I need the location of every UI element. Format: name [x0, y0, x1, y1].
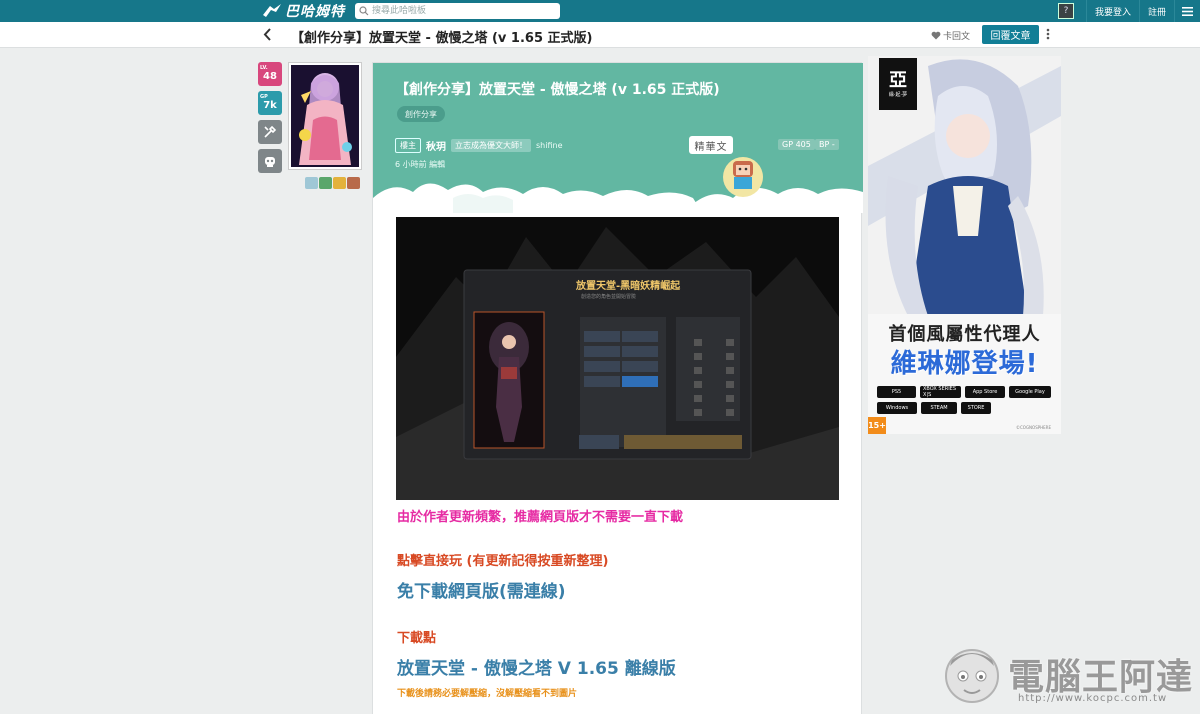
post-screenshot-image[interactable]: 放置天堂-黑暗妖精崛起 創造您的角色並開始冒險 — [396, 217, 839, 500]
post-header: 【創作分享】放置天堂 - 傲慢之塔 (v 1.65 正式版) 創作分享 樓主 秋… — [373, 63, 863, 213]
tool-badge[interactable] — [258, 120, 282, 144]
user-avatar[interactable]: ? — [1057, 3, 1074, 19]
menu-button[interactable] — [1174, 0, 1200, 22]
store-badge: App Store — [965, 386, 1005, 398]
author-badges: LV. 48 GP 7k — [258, 62, 282, 178]
thread-titlebar: 【創作分享】放置天堂 - 傲慢之塔 (v 1.65 正式版) 卡回文 回覆文章 — [0, 22, 1200, 48]
medal-icon[interactable] — [333, 177, 346, 189]
store-badge: Google Play — [1009, 386, 1051, 398]
heart-icon — [931, 31, 941, 40]
bahamut-logo-icon — [263, 4, 281, 17]
watermark-mascot-icon — [945, 649, 999, 703]
thread-title: 【創作分享】放置天堂 - 傲慢之塔 (v 1.65 正式版) — [291, 31, 593, 46]
notice-pink-text: 由於作者更新頻繁，推薦網頁版才不需要一直下載 — [397, 510, 684, 525]
medal-icon[interactable] — [347, 177, 360, 189]
store-badge: Windows — [877, 402, 917, 414]
game-subtitle: 創造您的角色並開始冒險 — [581, 294, 637, 300]
search-box[interactable] — [355, 3, 560, 19]
download-heading: 下載點 — [397, 631, 437, 646]
author-id[interactable]: shifine — [536, 141, 563, 150]
author-info: 樓主 秋玥 立志成為優文大師！ shifine — [395, 138, 563, 153]
ad-copyright: ©COGNOSPHERE — [1016, 425, 1051, 430]
more-options-button[interactable] — [1046, 28, 1050, 43]
author-medals — [305, 177, 360, 189]
medal-icon[interactable] — [319, 177, 332, 189]
watermark-url: http://www.kocpc.com.tw — [1018, 693, 1168, 704]
gp-count[interactable]: GP 405 — [778, 139, 815, 150]
author-avatar-image — [291, 65, 359, 167]
post-container: 【創作分享】放置天堂 - 傲慢之塔 (v 1.65 正式版) 創作分享 樓主 秋… — [372, 62, 863, 714]
ad-store-badges: PS5 XBOX SERIES X|S App Store Google Pla… — [877, 386, 1057, 414]
watermark: 電腦王阿達 http://www.kocpc.com.tw — [940, 636, 1200, 714]
store-badge: STEAM — [921, 402, 957, 414]
search-icon — [359, 6, 369, 16]
robot-icon — [265, 157, 275, 167]
author-role-badge: 樓主 — [395, 138, 421, 153]
register-link[interactable]: 註冊 — [1138, 0, 1174, 22]
sidebar-advertisement[interactable]: 亞 緣·起·夢 首個風屬性代理人 維琳娜登場! PS5 XBOX SERIES … — [868, 56, 1061, 434]
medal-icon[interactable] — [305, 177, 318, 189]
site-logo[interactable]: 巴哈姆特 — [262, 2, 345, 20]
game-screenshot — [396, 217, 839, 500]
play-online-heading: 點擊直接玩 (有更新記得按重新整理) — [397, 554, 609, 569]
post-tag[interactable]: 創作分享 — [397, 106, 445, 122]
store-badge: XBOX SERIES X|S — [920, 386, 961, 398]
offline-download-link[interactable]: 放置天堂 - 傲慢之塔 V 1.65 離線版 — [397, 654, 676, 679]
chevron-left-icon — [263, 28, 271, 41]
store-badge: PS5 — [877, 386, 916, 398]
favorite-label: 卡回文 — [943, 32, 971, 42]
search-input[interactable] — [372, 4, 552, 18]
top-navbar: 巴哈姆特 ? 我要登入 註冊 — [0, 0, 1200, 22]
more-vertical-icon — [1046, 28, 1050, 40]
gp-badge: GP 7k — [258, 91, 282, 115]
author-name[interactable]: 秋玥 — [426, 138, 446, 153]
back-button[interactable] — [263, 28, 272, 44]
web-version-link[interactable]: 免下載網頁版(需連線) — [397, 577, 566, 602]
ad-character-name: 維琳娜登場! — [890, 349, 1039, 379]
mascot-icon — [723, 157, 763, 197]
game-title: 放置天堂-黑暗妖精崛起 — [576, 281, 681, 292]
bp-count[interactable]: BP - — [815, 139, 839, 150]
robot-badge[interactable] — [258, 149, 282, 173]
ad-game-logo: 亞 緣·起·夢 — [879, 58, 917, 110]
tool-icon — [264, 125, 277, 138]
site-logo-text: 巴哈姆特 — [285, 4, 345, 20]
gp-value: 7k — [263, 100, 277, 111]
post-title: 【創作分享】放置天堂 - 傲慢之塔 (v 1.65 正式版) — [395, 82, 720, 98]
login-link[interactable]: 我要登入 — [1085, 0, 1139, 22]
author-motto: 立志成為優文大師！ — [451, 139, 531, 152]
menu-icon — [1182, 6, 1193, 16]
cloud-decoration — [373, 183, 863, 213]
reply-button[interactable]: 回覆文章 — [982, 25, 1039, 44]
store-badge: STORE — [961, 402, 991, 414]
unzip-note: 下載後請務必要解壓縮，沒解壓縮看不到圖片 — [397, 689, 578, 699]
favorite-button[interactable]: 卡回文 — [931, 29, 970, 42]
age-rating-badge: 15+ — [868, 417, 886, 434]
level-value: 48 — [263, 71, 277, 82]
author-avatar[interactable] — [288, 62, 362, 170]
ad-logo-subtitle: 緣·起·夢 — [888, 91, 908, 98]
level-badge: LV. 48 — [258, 62, 282, 86]
ad-logo-glyph: 亞 — [889, 69, 907, 91]
